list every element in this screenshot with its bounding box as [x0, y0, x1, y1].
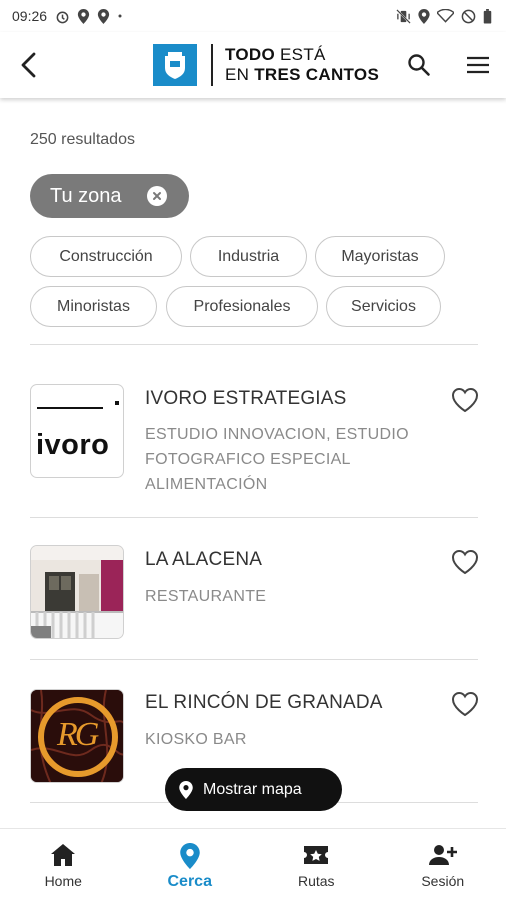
logo-line1-light: ESTÁ [275, 45, 326, 64]
vibrate-mute-icon [396, 8, 411, 24]
divider [30, 659, 478, 660]
status-time: 09:26 [12, 8, 48, 24]
back-button[interactable] [2, 38, 56, 92]
app-logo[interactable]: TODO ESTÁ EN TRES CANTOS [153, 44, 379, 86]
alarm-icon [55, 9, 70, 24]
bottom-navigation: Home Cerca Rutas Sesión [0, 828, 506, 900]
search-button[interactable] [399, 40, 439, 90]
show-map-label: Mostrar mapa [203, 780, 302, 798]
nav-item-cerca[interactable]: Cerca [127, 829, 254, 900]
favorite-heart-icon[interactable] [451, 387, 481, 415]
listing-subtitle: RESTAURANTE [145, 588, 267, 605]
listing-subtitle: KIOSKO BAR [145, 731, 247, 748]
ivoro-logo-text: ivoro [36, 429, 110, 461]
logo-line1-bold: TODO [225, 45, 276, 64]
battery-icon [483, 8, 492, 24]
divider [30, 517, 478, 518]
logo-line2-light: EN [225, 65, 255, 84]
listing-title[interactable]: EL RINCÓN DE GRANADA [145, 692, 383, 714]
show-map-button[interactable]: Mostrar mapa [165, 768, 342, 811]
search-icon [408, 54, 430, 76]
nav-label-sesion: Sesión [421, 873, 465, 889]
listing-thumbnail-alacena[interactable] [30, 545, 124, 639]
category-chip-construccion[interactable]: Construcción [30, 236, 182, 277]
ivoro-logo-dot [115, 401, 119, 405]
location-status-icon [77, 8, 90, 24]
ivoro-logo-line [37, 407, 103, 409]
hamburger-menu-icon [467, 56, 489, 74]
category-chip-industria[interactable]: Industria [190, 236, 307, 277]
home-icon [51, 844, 76, 866]
listing-subtitle: ESTUDIO INNOVACION, ESTUDIO FOTOGRAFICO … [145, 426, 409, 493]
nav-label-cerca: Cerca [167, 873, 212, 890]
divider [30, 344, 478, 345]
do-not-disturb-icon [461, 9, 476, 24]
ticket-star-icon [304, 846, 329, 864]
listing-thumbnail-ivoro[interactable]: ivoro [30, 384, 124, 478]
nav-label-rutas: Rutas [297, 873, 335, 889]
listing-thumbnail-rincon-granada[interactable]: RG [30, 689, 124, 783]
location-status-icon-3 [418, 8, 430, 24]
nav-label-home: Home [44, 873, 82, 889]
favorite-heart-icon[interactable] [451, 549, 481, 577]
nav-item-sesion[interactable]: Sesión [380, 829, 506, 900]
menu-button[interactable] [458, 40, 498, 90]
favorite-heart-icon[interactable] [451, 691, 481, 719]
listing-title[interactable]: LA ALACENA [145, 549, 262, 571]
logo-line2-bold: TRES CANTOS [254, 65, 380, 84]
app-header: TODO ESTÁ EN TRES CANTOS [0, 32, 506, 98]
logo-divider [211, 44, 213, 86]
location-pin-icon [179, 780, 193, 799]
zone-filter-chip[interactable]: Tu zona [30, 174, 189, 218]
category-chip-profesionales[interactable]: Profesionales [166, 286, 318, 327]
zone-filter-label: Tu zona [50, 184, 122, 207]
back-arrow-icon [21, 52, 36, 78]
nav-item-rutas[interactable]: Rutas [253, 829, 380, 900]
clear-filter-icon[interactable] [147, 186, 167, 206]
category-chip-minoristas[interactable]: Minoristas [30, 286, 157, 327]
results-count: 250 resultados [30, 131, 135, 148]
location-pin-icon [180, 843, 200, 869]
category-chip-servicios[interactable]: Servicios [326, 286, 441, 327]
nav-item-home[interactable]: Home [0, 829, 127, 900]
location-status-icon-2 [97, 8, 110, 24]
city-crest-icon [153, 44, 197, 86]
restaurant-photo-image [31, 546, 123, 638]
person-add-icon [428, 845, 457, 865]
wifi-icon [437, 9, 454, 23]
category-chip-mayoristas[interactable]: Mayoristas [315, 236, 445, 277]
listing-title[interactable]: IVORO ESTRATEGIAS [145, 388, 347, 410]
rg-logo-text: RG [57, 716, 99, 753]
logo-text: TODO ESTÁ EN TRES CANTOS [225, 45, 379, 85]
dot-icon [117, 13, 123, 19]
status-bar: 09:26 [0, 0, 506, 32]
